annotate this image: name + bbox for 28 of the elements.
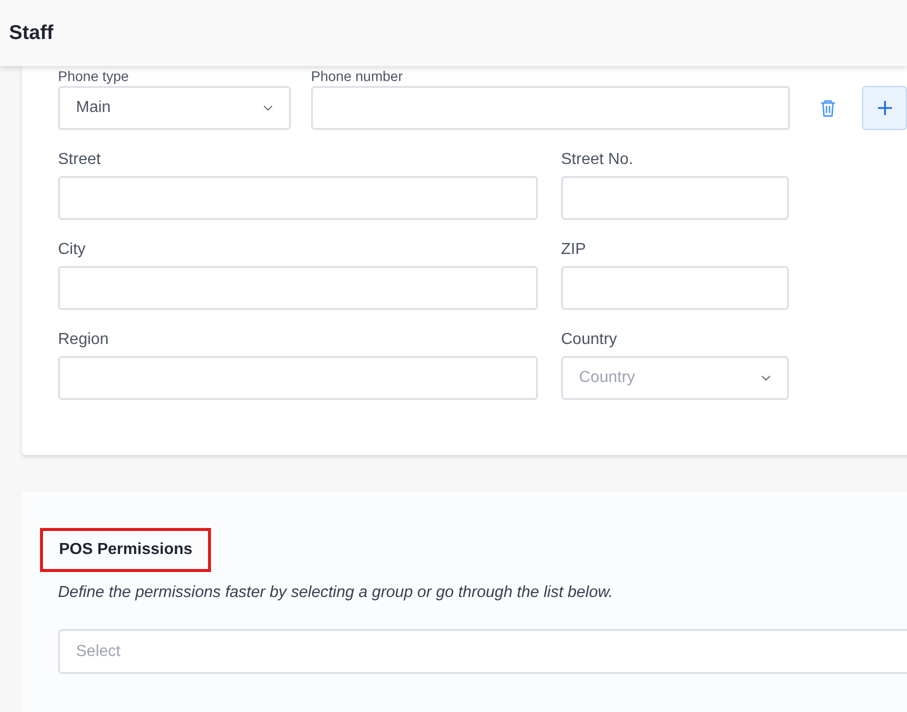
text-field[interactable] [561,176,789,220]
permission-group-dropdown[interactable]: Select [58,629,907,674]
text-field[interactable] [58,176,538,220]
dropdown-placeholder: Country [579,368,636,388]
plus-icon [876,100,892,116]
field-label: City [58,240,87,260]
section-title: POS Permissions [59,541,192,558]
field-label: Region [58,330,110,350]
field-label: ZIP [561,240,587,260]
page-title: Staff [9,21,54,46]
field-label: Country [561,330,618,350]
trash-icon[interactable] [820,99,836,117]
text-field[interactable] [561,266,789,310]
field-label: Street No. [561,150,634,170]
add-button[interactable] [862,86,907,130]
dropdown-value: Main [76,98,111,118]
section-description: Define the permissions faster by selecting a group or go through the list below. [58,583,614,603]
phone-number-field[interactable] [311,86,790,130]
chevron-down-icon [761,375,771,381]
field-label: Phone type [58,68,130,84]
dropdown-placeholder: Select [76,642,120,662]
text-field[interactable] [58,266,538,310]
country-dropdown[interactable]: Country [561,356,789,400]
field-label: Street [58,150,102,170]
text-field[interactable] [58,356,538,400]
phone-type-dropdown[interactable]: Main [58,86,291,130]
field-label: Phone number [311,68,404,84]
chevron-down-icon [263,105,273,111]
